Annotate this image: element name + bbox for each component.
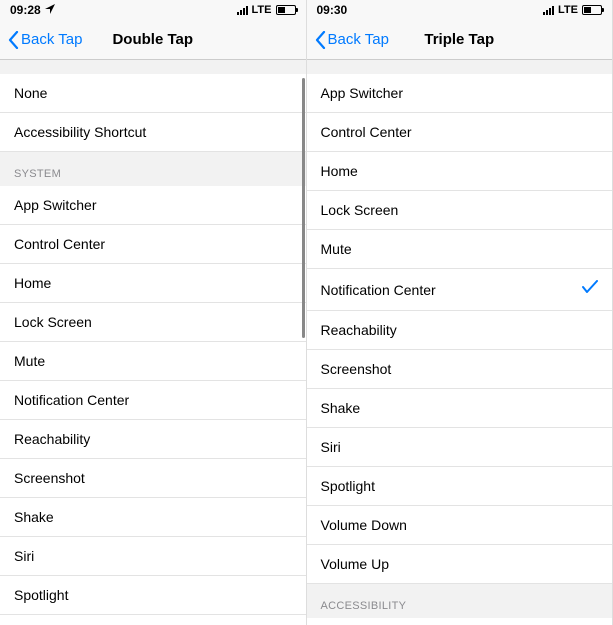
nav-bar: Back Tap Double Tap [0,20,306,60]
list-item-label: Volume Down [321,517,407,533]
list-item-label: Shake [321,400,361,416]
list-item[interactable]: Mute [0,342,306,381]
status-bar: 09:28 LTE [0,0,306,20]
list-item-label: Siri [14,548,34,564]
nav-bar: Back Tap Triple Tap [307,20,613,60]
signal-icon [543,6,554,15]
list-item[interactable]: Screenshot [307,350,613,389]
spacer [0,60,306,74]
list-item[interactable]: Siri [0,537,306,576]
list-item[interactable]: Control Center [307,113,613,152]
list-item-label: Mute [14,353,45,369]
status-bar: 09:30 LTE [307,0,613,20]
list-item-label: Lock Screen [14,314,92,330]
list-item[interactable]: Home [307,152,613,191]
list-item[interactable]: None [0,74,306,113]
list-item[interactable]: Volume Up [307,545,613,584]
list-item-label: Accessibility Shortcut [14,124,146,140]
section-header: SYSTEM [0,152,306,186]
battery-icon [276,5,296,15]
list-item-label: Reachability [14,431,90,447]
list-item-label: Volume Up [321,556,389,572]
list-item-label: App Switcher [321,85,403,101]
network-label: LTE [558,4,578,16]
list-item-label: None [14,85,47,101]
list-item[interactable]: Notification Center [307,269,613,311]
check-icon [582,280,598,299]
list-item[interactable]: AssistiveTouch [307,618,613,625]
network-label: LTE [252,4,272,16]
status-time: 09:28 [10,3,41,17]
list-item[interactable]: Reachability [307,311,613,350]
list-item-label: Reachability [321,322,397,338]
list-item-label: Spotlight [14,587,68,603]
back-label: Back Tap [21,31,82,48]
back-button[interactable]: Back Tap [315,31,389,49]
list-item[interactable]: Volume Down [307,506,613,545]
list-item[interactable]: Control Center [0,225,306,264]
list-item[interactable]: Accessibility Shortcut [0,113,306,152]
list-item[interactable]: App Switcher [0,186,306,225]
location-icon [45,3,55,17]
list-item-label: Control Center [321,124,412,140]
list-item-label: App Switcher [14,197,96,213]
list-item[interactable]: Lock Screen [0,303,306,342]
list-item-label: Control Center [14,236,105,252]
section-header: ACCESSIBILITY [307,584,613,618]
list-item[interactable]: Siri [307,428,613,467]
settings-list[interactable]: None Accessibility Shortcut SYSTEM App Swit… [0,60,306,625]
back-button[interactable]: Back Tap [8,31,82,49]
list-item-label: Lock Screen [321,202,399,218]
back-label: Back Tap [328,31,389,48]
list-item[interactable]: Screenshot [0,459,306,498]
list-item[interactable]: Shake [307,389,613,428]
list-item-label: Notification Center [14,392,129,408]
battery-icon [582,5,602,15]
list-item[interactable]: Mute [307,230,613,269]
list-item-label: Screenshot [321,361,392,377]
list-item-label: Home [321,163,358,179]
scroll-indicator [302,78,305,338]
list-item[interactable]: Volume Down [0,615,306,625]
list-item[interactable]: Home [0,264,306,303]
list-item[interactable]: Notification Center [0,381,306,420]
screen-double-tap: 09:28 LTE Back Tap Double Tap None Access… [0,0,307,625]
list-item[interactable]: App Switcher [307,74,613,113]
list-item-label: Spotlight [321,478,375,494]
list-item-label: Screenshot [14,470,85,486]
settings-list[interactable]: App Switcher Control Center Home Lock Scree… [307,60,613,625]
list-item[interactable]: Spotlight [307,467,613,506]
status-time: 09:30 [317,3,348,17]
signal-icon [237,6,248,15]
list-item[interactable]: Lock Screen [307,191,613,230]
list-item[interactable]: Shake [0,498,306,537]
list-item[interactable]: Reachability [0,420,306,459]
list-item[interactable]: Spotlight [0,576,306,615]
list-item-label: Notification Center [321,282,436,298]
list-item-label: Home [14,275,51,291]
spacer [307,60,613,74]
list-item-label: Shake [14,509,54,525]
list-item-label: Siri [321,439,341,455]
screen-triple-tap: 09:30 LTE Back Tap Triple Tap App Switch… [307,0,613,625]
list-item-label: Mute [321,241,352,257]
